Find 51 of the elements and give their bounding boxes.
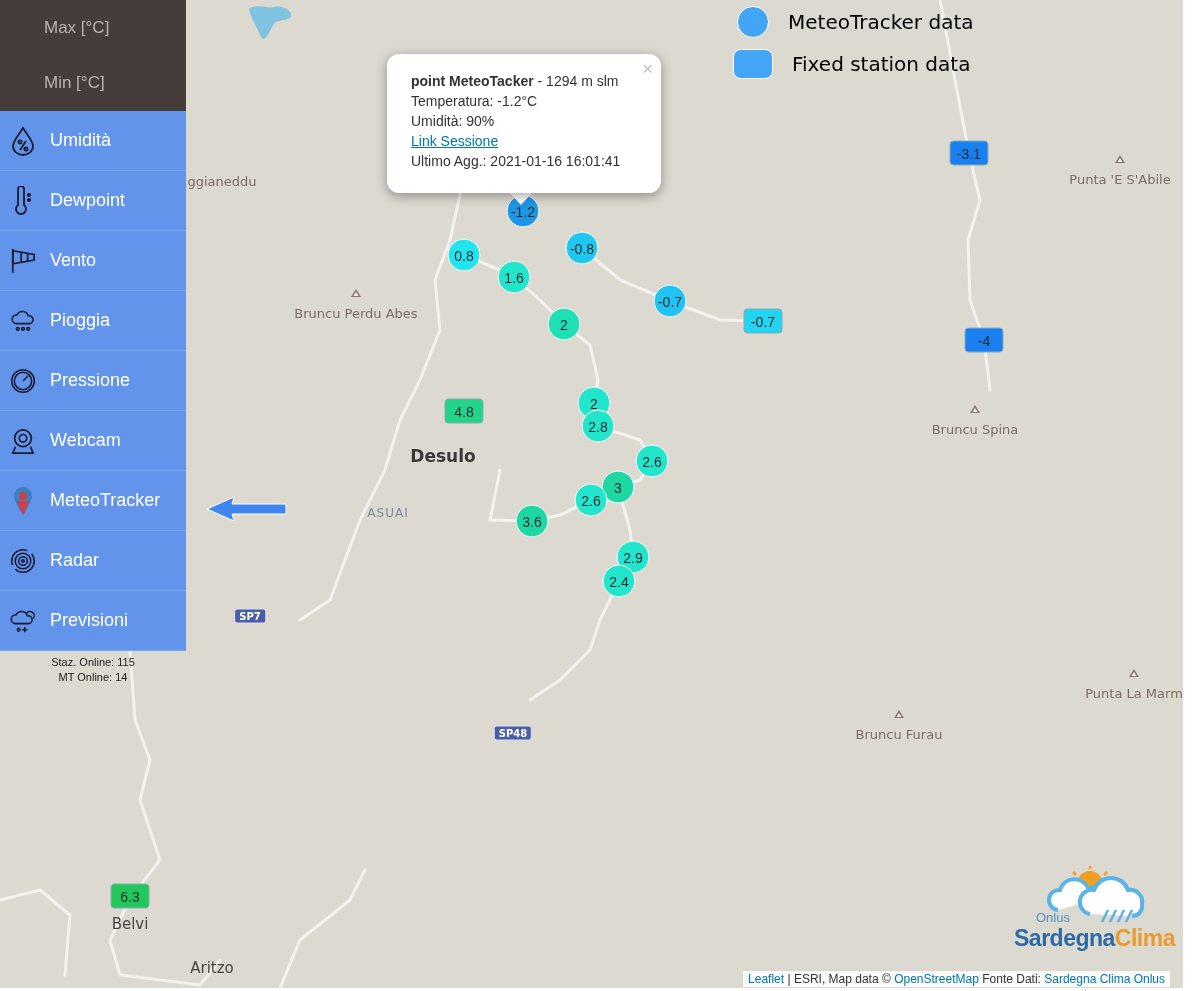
place-label: ggianeddu [187,173,257,189]
peak-label: Punta La Marm [1085,685,1183,701]
peak-icon [1128,668,1140,678]
popup-text: Temperatura: -1.2°C [411,93,539,109]
peak-label: Bruncu Perdu Abes [294,305,418,321]
sidebar-item[interactable]: Umidità [0,111,186,171]
station-marker[interactable]: 6.3 [110,883,150,909]
peak-label: Bruncu Spina [931,421,1019,437]
legend-label: MeteoTracker data [788,10,974,34]
sidebar-item[interactable]: MeteoTracker [0,471,186,531]
road-shield: SP48 [493,725,533,741]
station-marker[interactable]: -4 [964,327,1004,353]
town-label: Desulo [410,446,476,466]
arrow-icon [206,496,288,522]
station-marker[interactable]: -0.7 [743,308,783,334]
online-count: MT Online: 14 [58,671,128,683]
online-count: Staz. Online: 115 [51,656,135,668]
sidebar-item[interactable]: Previsioni [0,591,186,651]
logo-tagline: Onlus [1036,910,1070,925]
legend-label: Fixed station data [792,52,971,76]
logo-wordmark: SardegnaClima [1014,925,1175,952]
popup-text: Umidità: 90% [411,113,496,129]
village-label: Belvi [111,915,149,933]
peak-icon [893,709,905,719]
village-label: Aritzo [190,959,234,977]
sidebar-item[interactable]: Radar [0,531,186,591]
attribution-link[interactable]: Leaflet [748,972,785,986]
sidebar-item[interactable]: Vento [0,231,186,291]
humidity-drop-icon [10,125,36,156]
session-link[interactable]: Link Sessione [411,133,499,149]
sidebar-item[interactable]: Pressione [0,351,186,411]
temperature-option[interactable]: Max [°C] [0,0,186,55]
sidebar-item[interactable]: Dewpoint [0,171,186,231]
locality-label: ASUAI [367,506,409,520]
station-marker[interactable]: -3.1 [949,140,989,166]
peak-label: Punta 'E S'Abile [1069,171,1171,187]
peak-icon [969,404,981,414]
road-shield: SP7 [234,608,266,624]
attribution-text: Leaflet | ESRI, Map data © OpenStreetMap Fonte Dati: Sardegna Clima Onlus [743,971,1170,987]
temperature-option[interactable]: Min [°C] [0,55,186,110]
sidebar-item[interactable]: Webcam [0,411,186,471]
station-marker[interactable]: 4.8 [444,398,484,424]
popup-title: point MeteoTacker - 1294 m slm [411,73,620,89]
peak-label: Bruncu Furau [855,726,943,742]
popup-text: Ultimo Agg.: 2021-01-16 16:01:41 [411,153,622,169]
legend-square-swatch [733,49,773,79]
sidebar-item[interactable]: Pioggia [0,291,186,351]
peak-icon [1114,154,1126,164]
attribution-link[interactable]: Sardegna Clima Onlus [1044,972,1165,986]
attribution-link[interactable]: OpenStreetMap [894,972,979,986]
peak-icon [350,288,362,298]
